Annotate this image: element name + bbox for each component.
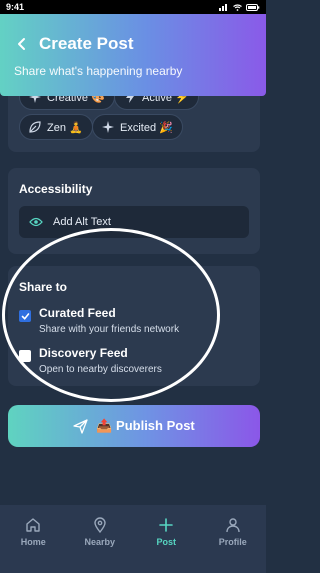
nav-item-home[interactable]: Home: [3, 517, 63, 547]
option-description: Share with your friends network: [39, 324, 180, 335]
nav-label: Home: [20, 537, 46, 547]
nav-label: Nearby: [84, 537, 115, 547]
mood-chip-excited[interactable]: Excited 🎉: [92, 114, 183, 140]
map-pin-icon: [94, 517, 106, 533]
send-icon: [73, 418, 88, 434]
option-description: Open to nearby discoverers: [39, 364, 162, 375]
back-arrow-icon[interactable]: [14, 36, 30, 52]
check-icon: [21, 312, 29, 320]
option-title: Discovery Feed: [39, 346, 128, 360]
nav-label: Post: [156, 537, 176, 547]
option-title: Curated Feed: [39, 306, 116, 320]
add-alt-text-button[interactable]: Add Alt Text: [19, 206, 249, 238]
status-icons: [219, 3, 260, 11]
nav-label: Profile: [218, 537, 247, 547]
publish-label: 📤 Publish Post: [96, 418, 195, 433]
user-icon: [226, 518, 240, 533]
share-option-curated[interactable]: Curated Feed Share with your friends net…: [19, 306, 179, 335]
leaf-icon: [29, 121, 41, 133]
status-bar: 9:41: [0, 0, 266, 14]
share-title: Share to: [19, 280, 68, 294]
discovery-feed-checkbox[interactable]: [19, 350, 31, 362]
status-time: 9:41: [6, 2, 25, 12]
home-icon: [26, 518, 40, 532]
nav-item-post[interactable]: Post: [136, 517, 196, 547]
nav-item-profile[interactable]: Profile: [203, 517, 263, 547]
page-title: Create Post: [39, 34, 134, 53]
nav-item-nearby[interactable]: Nearby: [70, 517, 130, 547]
battery-icon: [246, 3, 260, 11]
plus-icon: [159, 518, 174, 532]
eye-icon: [29, 217, 43, 227]
wifi-icon: [233, 3, 242, 11]
signal-icon: [219, 3, 227, 11]
publish-button[interactable]: 📤 Publish Post: [8, 405, 260, 447]
accessibility-title: Accessibility: [19, 182, 93, 196]
header: Create Post Share what's happening nearb…: [0, 14, 266, 96]
mood-chip-label: Zen 🧘: [47, 121, 83, 134]
accessibility-card: Accessibility Add Alt Text: [8, 168, 260, 254]
bottom-nav: Home Nearby Post Profile: [0, 505, 266, 573]
alt-text-label: Add Alt Text: [53, 216, 111, 228]
curated-feed-checkbox[interactable]: [19, 310, 31, 322]
sparkle-icon: [102, 121, 114, 133]
share-card: Share to Curated Feed Share with your fr…: [8, 266, 260, 386]
mood-chip-zen[interactable]: Zen 🧘: [19, 114, 93, 140]
page-subtitle: Share what's happening nearby: [14, 64, 183, 78]
mood-chip-label: Excited 🎉: [120, 121, 173, 134]
share-option-discovery[interactable]: Discovery Feed Open to nearby discoverer…: [19, 346, 162, 375]
